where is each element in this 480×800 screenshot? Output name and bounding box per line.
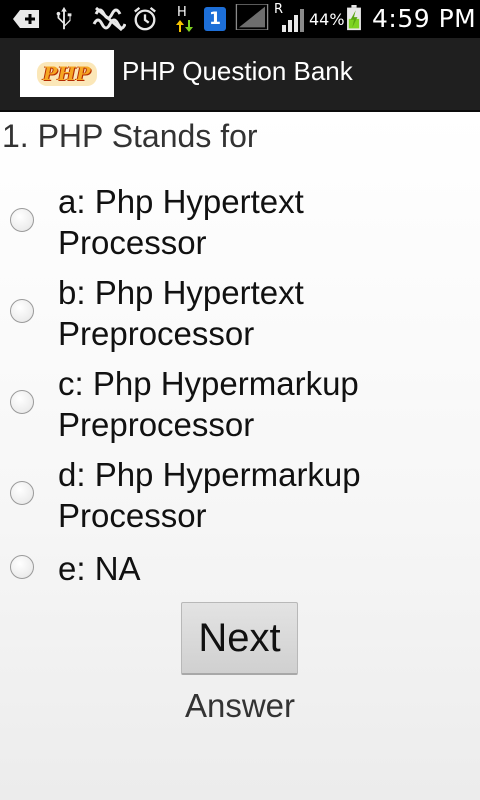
option-b[interactable]: b: Php Hypertext Preprocessor — [0, 271, 480, 361]
radio-button[interactable] — [10, 390, 34, 414]
battery-percentage: 44% — [309, 10, 345, 29]
next-button[interactable]: Next — [181, 602, 298, 675]
hspa-data-icon: H — [174, 5, 196, 32]
battery-charging-icon — [347, 5, 361, 31]
app-logo-text: PHP — [36, 61, 98, 86]
answer-label[interactable]: Answer — [0, 687, 480, 725]
option-label: b: Php Hypertext Preprocessor — [58, 274, 304, 352]
clock: 4:59 PM — [372, 4, 477, 33]
network-type-label: H — [177, 5, 187, 20]
usb-icon — [56, 6, 72, 30]
signal-icon — [235, 4, 269, 30]
radio-button[interactable] — [10, 208, 34, 232]
option-label: d: Php Hypermarkup Processor — [58, 456, 361, 534]
app-logo: PHP — [20, 50, 114, 97]
option-a[interactable]: a: Php Hypertext Processor — [0, 180, 480, 270]
quiz-content: 1. PHP Stands for a: Php Hypertext Proce… — [0, 112, 480, 800]
option-c[interactable]: c: Php Hypermarkup Preprocessor — [0, 362, 480, 452]
no-signal-vibrate-icon — [92, 6, 126, 32]
radio-button[interactable] — [10, 299, 34, 323]
status-bar: H 1 R 44% 4:59 PM — [0, 0, 480, 38]
option-d[interactable]: d: Php Hypermarkup Processor — [0, 453, 480, 543]
option-e[interactable]: e: NA — [0, 547, 480, 593]
option-label: c: Php Hypermarkup Preprocessor — [58, 365, 359, 443]
question-text: 1. PHP Stands for — [2, 118, 258, 154]
option-label: a: Php Hypertext Processor — [58, 183, 304, 261]
action-bar: PHP PHP Question Bank — [0, 38, 480, 112]
sim-1-icon: 1 — [204, 7, 226, 31]
radio-button[interactable] — [10, 481, 34, 505]
add-icon — [13, 10, 39, 28]
app-title: PHP Question Bank — [122, 56, 353, 86]
radio-button[interactable] — [10, 555, 34, 579]
sim-number-label: 1 — [209, 9, 221, 29]
option-label: e: NA — [58, 550, 141, 587]
roaming-signal-icon: R — [274, 2, 308, 32]
alarm-icon — [134, 6, 156, 31]
